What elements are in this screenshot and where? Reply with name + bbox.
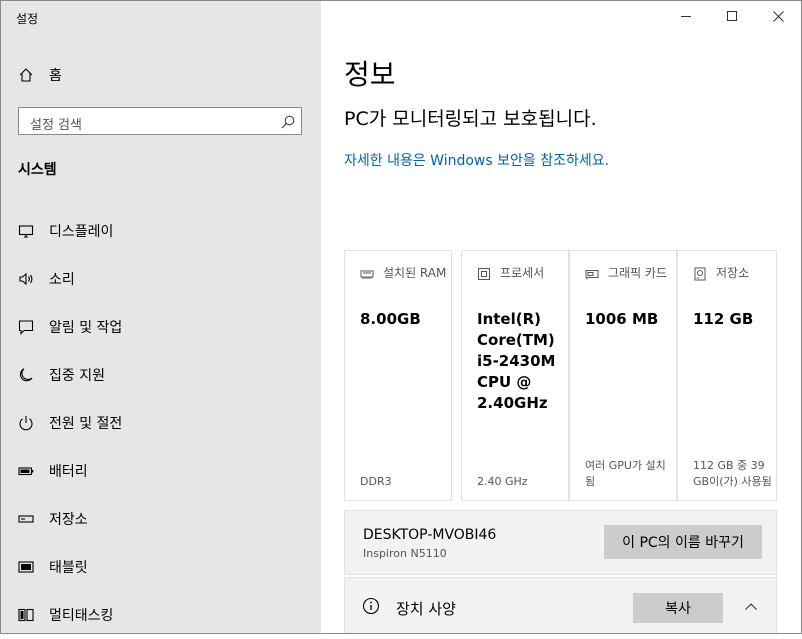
power-icon [18, 415, 34, 431]
minimize-icon [681, 16, 691, 17]
graphics-card-icon [585, 267, 599, 281]
storage-icon [693, 267, 707, 281]
card-value: 1006 MB [585, 310, 659, 328]
close-icon [772, 10, 784, 22]
app-title: 설정 [16, 12, 39, 26]
rename-pc-button[interactable]: 이 PC의 이름 바꾸기 [604, 525, 762, 559]
search-input[interactable]: 설정 검색 [18, 107, 302, 135]
battery-icon [18, 463, 34, 479]
sidebar: 설정 홈 설정 검색 시스템 디스플레이 소리 알림 및 작업 집중 지원 전원… [1, 1, 321, 633]
home-icon [18, 67, 34, 83]
card-header: 프로세서 [500, 266, 545, 280]
card-value: 8.00GB [360, 310, 421, 328]
sidebar-item-label: 저장소 [49, 512, 88, 528]
maximize-button[interactable] [709, 0, 755, 32]
sidebar-item-battery[interactable]: 배터리 [18, 447, 318, 495]
sidebar-item-label: 전원 및 절전 [49, 416, 123, 432]
home-nav-item[interactable]: 홈 [18, 63, 62, 87]
device-model: Inspiron N5110 [363, 547, 447, 560]
sidebar-nav: 디스플레이 소리 알림 및 작업 집중 지원 전원 및 절전 배터리 저장소 태… [18, 207, 318, 639]
storage-icon [18, 511, 34, 527]
sidebar-item-focus-assist[interactable]: 집중 지원 [18, 351, 318, 399]
home-label: 홈 [49, 68, 62, 84]
device-specs-panel[interactable]: 장치 사양 복사 [344, 577, 777, 634]
sidebar-item-storage[interactable]: 저장소 [18, 495, 318, 543]
sidebar-item-label: 디스플레이 [49, 224, 114, 240]
storage-card: 저장소 112 GB 112 GB 중 39 GB이(가) 사용됨 [677, 250, 777, 501]
sidebar-item-label: 태블릿 [49, 560, 88, 576]
search-placeholder: 설정 검색 [30, 118, 82, 133]
card-footer: 112 GB 중 39 GB이(가) 사용됨 [693, 459, 772, 488]
card-header: 그래픽 카드 [608, 266, 668, 280]
maximize-icon [727, 11, 737, 21]
close-button[interactable] [755, 0, 801, 32]
device-specs-label: 장치 사양 [396, 600, 456, 618]
sidebar-item-multitasking[interactable]: 멀티태스킹 [18, 591, 318, 639]
sidebar-item-notifications[interactable]: 알림 및 작업 [18, 303, 318, 351]
multitasking-icon [18, 607, 34, 623]
sidebar-item-sound[interactable]: 소리 [18, 255, 318, 303]
protection-status: PC가 모니터링되고 보호됩니다. [344, 108, 597, 130]
sidebar-item-label: 집중 지원 [49, 368, 105, 384]
sidebar-item-display[interactable]: 디스플레이 [18, 207, 318, 255]
card-header: 설치된 RAM [383, 266, 447, 280]
card-value: Intel(R) Core(TM) i5-2430M CPU @ 2.40GHz [477, 310, 556, 412]
graphics-card: 그래픽 카드 1006 MB 여러 GPU가 설치됨 [569, 250, 677, 501]
minimize-button[interactable] [663, 0, 709, 32]
speaker-icon [18, 271, 34, 287]
sidebar-item-label: 알림 및 작업 [49, 320, 123, 336]
moon-icon [18, 367, 34, 383]
notification-icon [18, 319, 34, 335]
card-value: 112 GB [693, 310, 754, 328]
search-icon[interactable] [280, 114, 296, 130]
sidebar-item-label: 소리 [49, 272, 75, 288]
copy-button[interactable]: 복사 [633, 593, 723, 623]
ram-icon [360, 267, 374, 281]
processor-icon [477, 267, 491, 281]
ram-card: 설치된 RAM 8.00GB DDR3 [344, 250, 452, 501]
monitor-icon [18, 223, 34, 239]
card-footer: 여러 GPU가 설치됨 [585, 459, 666, 488]
tablet-icon [18, 559, 34, 575]
device-name: DESKTOP-MVOBI46 [363, 527, 497, 543]
sidebar-item-label: 멀티태스킹 [49, 608, 114, 624]
windows-security-link[interactable]: 자세한 내용은 Windows 보안을 참조하세요. [344, 150, 609, 170]
card-header: 저장소 [716, 266, 750, 280]
info-icon [362, 597, 380, 615]
processor-card: 프로세서 Intel(R) Core(TM) i5-2430M CPU @ 2.… [461, 250, 569, 501]
device-name-panel: DESKTOP-MVOBI46 Inspiron N5110 이 PC의 이름 … [344, 510, 777, 575]
page-title: 정보 [344, 58, 396, 91]
sidebar-item-power-sleep[interactable]: 전원 및 절전 [18, 399, 318, 447]
section-title: 시스템 [18, 162, 57, 178]
chevron-up-icon[interactable] [744, 599, 758, 613]
card-footer: DDR3 [360, 475, 392, 488]
card-footer: 2.40 GHz [477, 475, 528, 488]
sidebar-item-label: 배터리 [49, 464, 88, 480]
sidebar-item-tablet[interactable]: 태블릿 [18, 543, 318, 591]
